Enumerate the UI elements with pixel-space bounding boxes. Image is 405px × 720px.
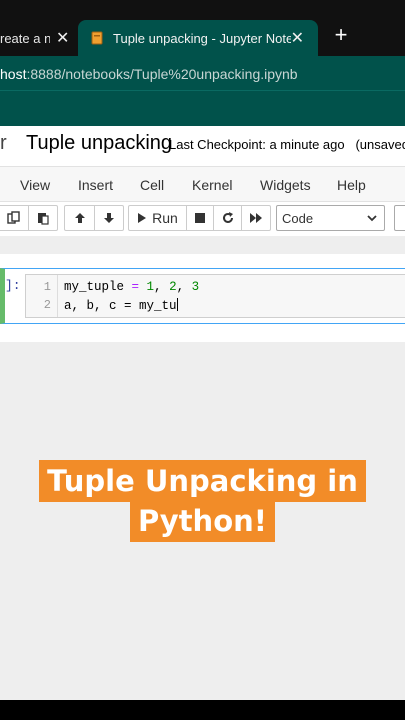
menu-help[interactable]: Help (337, 177, 366, 193)
code-line-2: a, b, c = my_tu (64, 298, 178, 313)
restart-button[interactable] (214, 206, 242, 230)
restart-run-all-button[interactable] (242, 206, 270, 230)
notebook-container: ]: 1 2 my_tuple = 1, 2, 3 a, b, c = my_t… (0, 254, 405, 342)
cell-prompt: ]: (5, 278, 21, 293)
code-token: 1 (146, 280, 155, 294)
stop-icon (195, 213, 205, 223)
run-group: Run (128, 205, 271, 231)
code-token: a, b, c = my_tu (64, 299, 177, 313)
code-line-1: my_tuple = 1, 2, 3 (64, 280, 199, 294)
menu-view[interactable]: View (20, 177, 50, 193)
line-number: 2 (43, 298, 51, 312)
move-up-button[interactable] (65, 206, 95, 230)
browser-toolbar-strip (0, 90, 405, 126)
url-host: host (0, 66, 27, 82)
notebook-toolbar: Run Code (0, 202, 405, 236)
caption-text: Python! (130, 500, 275, 542)
video-caption-line-1: Tuple Unpacking in (0, 460, 405, 502)
close-icon[interactable]: ✕ (56, 28, 69, 48)
screen: reate a n ✕ Tuple unpacking - Jupyter No… (0, 0, 405, 720)
tab-title: reate a n (0, 30, 50, 46)
browser-tab-active[interactable]: Tuple unpacking - Jupyter Noteb ✕ (78, 20, 318, 56)
play-icon (138, 213, 147, 223)
text-cursor (176, 298, 178, 311)
code-cell[interactable]: ]: 1 2 my_tuple = 1, 2, 3 a, b, c = my_t… (0, 268, 405, 324)
copy-button[interactable] (0, 206, 29, 230)
copy-icon (6, 211, 20, 224)
interrupt-button[interactable] (187, 206, 214, 230)
video-caption-line-2: Python! (0, 500, 405, 542)
checkpoint-status: Last Checkpoint: a minute ago (unsaved (169, 137, 405, 152)
line-number-gutter: 1 2 (26, 275, 58, 317)
tab-title: Tuple unpacking - Jupyter Noteb (113, 30, 291, 46)
clipboard-group (0, 205, 58, 231)
paste-icon (38, 213, 49, 225)
code-token: 2 (169, 280, 177, 294)
move-group (64, 205, 124, 231)
browser-tab-inactive[interactable]: reate a n ✕ (0, 20, 78, 56)
menu-cell[interactable]: Cell (140, 177, 164, 193)
caption-text: Tuple Unpacking in (39, 460, 366, 502)
new-tab-plus-icon[interactable]: + (330, 24, 352, 46)
run-label: Run (152, 210, 178, 226)
line-number: 1 (43, 280, 51, 294)
fast-forward-icon (250, 213, 262, 223)
jupyter-favicon-icon (91, 31, 103, 45)
toolbar-separator (0, 236, 405, 254)
notebook-header: r Tuple unpacking Last Checkpoint: a min… (0, 126, 405, 166)
url-path: :8888/notebooks/Tuple%20unpacking.ipynb (26, 66, 298, 82)
url-text[interactable]: host:8888/notebooks/Tuple%20unpacking.ip… (0, 66, 298, 82)
cell-type-select[interactable]: Code (276, 205, 385, 231)
chevron-down-icon (367, 215, 377, 222)
unsaved-text: (unsaved (355, 137, 405, 152)
code-token: 3 (191, 280, 200, 294)
arrow-down-icon (104, 213, 114, 223)
run-button[interactable]: Run (129, 206, 187, 230)
bottom-black-bar (0, 700, 405, 720)
code-token: my_tuple (64, 280, 125, 294)
close-icon[interactable]: ✕ (291, 28, 304, 48)
code-token: = (124, 280, 147, 294)
checkpoint-text: Last Checkpoint: a minute ago (169, 137, 345, 152)
code-token: , (154, 280, 170, 294)
restart-icon (222, 212, 233, 223)
menu-insert[interactable]: Insert (78, 177, 113, 193)
jupyter-logo-fragment[interactable]: r (0, 132, 7, 155)
code-token: , (176, 280, 192, 294)
menu-widgets[interactable]: Widgets (260, 177, 311, 193)
jupyter-page: r Tuple unpacking Last Checkpoint: a min… (0, 126, 405, 700)
menu-kernel[interactable]: Kernel (192, 177, 232, 193)
code-editor[interactable]: 1 2 my_tuple = 1, 2, 3 a, b, c = my_tu (25, 274, 405, 318)
menu-bar: View Insert Cell Kernel Widgets Help (0, 166, 405, 202)
browser-tab-strip: reate a n ✕ Tuple unpacking - Jupyter No… (0, 0, 405, 56)
paste-button[interactable] (29, 206, 57, 230)
address-bar[interactable]: host:8888/notebooks/Tuple%20unpacking.ip… (0, 56, 405, 90)
command-palette-button[interactable] (394, 205, 405, 231)
cell-type-value: Code (282, 211, 314, 226)
arrow-up-icon (74, 213, 85, 223)
move-down-button[interactable] (95, 206, 123, 230)
notebook-name[interactable]: Tuple unpacking (26, 132, 172, 155)
